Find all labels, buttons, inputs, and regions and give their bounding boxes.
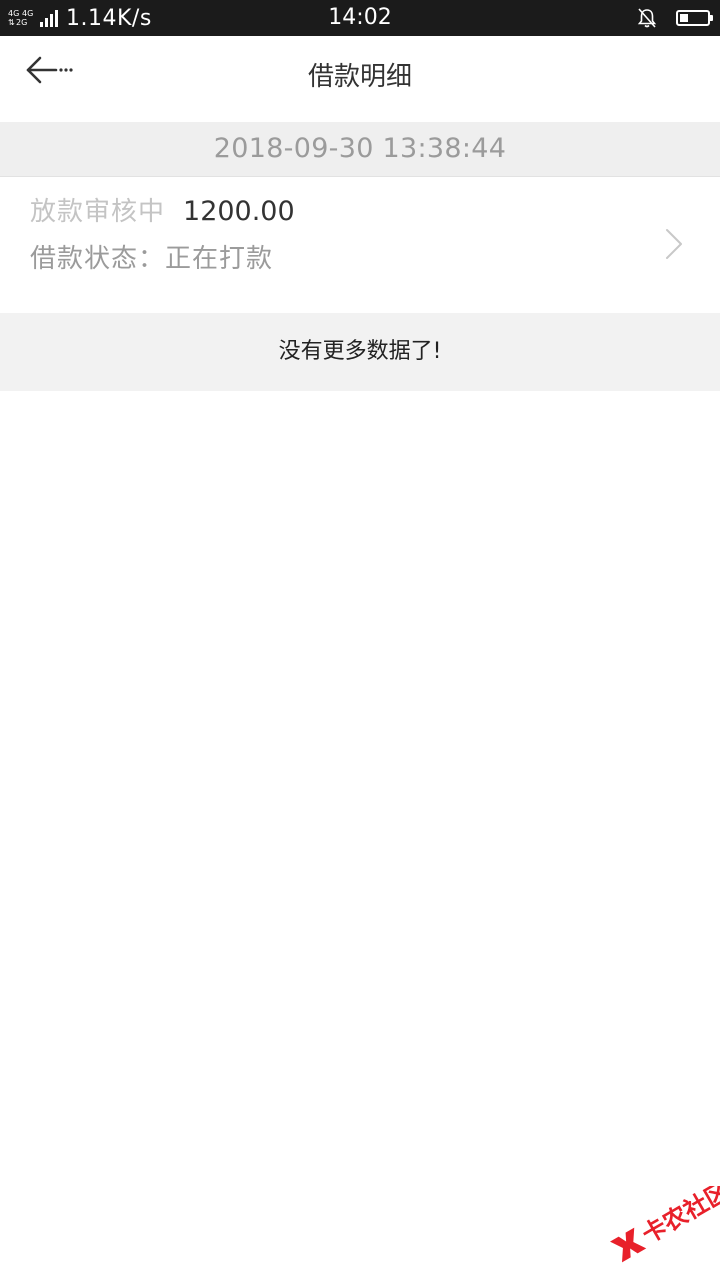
record-date-header: 2018-09-30 13:38:44 bbox=[0, 122, 720, 177]
loan-summary-row: 放款审核中 1200.00 bbox=[30, 194, 295, 230]
status-bar: 4G 4G ⇅ 2G 1.14K/s 14:02 bbox=[0, 0, 720, 36]
svg-text:卡农社区: 卡农社区 bbox=[637, 1186, 720, 1249]
page-title: 借款明细 bbox=[307, 62, 412, 92]
loan-amount: 1200.00 bbox=[183, 196, 295, 227]
loan-state-value: 正在打款 bbox=[165, 244, 274, 274]
chevron-right-icon bbox=[666, 229, 682, 259]
loan-state-row: 借款状态：正在打款 bbox=[30, 241, 273, 277]
status-right bbox=[636, 0, 713, 36]
loan-state-label: 借款状态： bbox=[30, 244, 166, 274]
status-time: 14:02 bbox=[328, 5, 392, 30]
no-more-data-label: 没有更多数据了! bbox=[0, 313, 720, 391]
watermark-logo-image: 卡农社区 bbox=[610, 1177, 720, 1263]
app-screen: 4G 4G ⇅ 2G 1.14K/s 14:02 借款明细 2018-09-30… bbox=[0, 0, 720, 1280]
battery-level-fill bbox=[680, 14, 688, 22]
battery-icon bbox=[676, 10, 713, 26]
loan-status-label: 放款审核中 bbox=[30, 197, 166, 227]
nav-bar: 借款明细 bbox=[0, 36, 720, 122]
loan-record-item[interactable]: 放款审核中 1200.00 借款状态：正在打款 bbox=[0, 177, 720, 312]
watermark-logo: 卡农社区 bbox=[610, 1177, 720, 1266]
bell-muted-icon bbox=[637, 8, 657, 28]
